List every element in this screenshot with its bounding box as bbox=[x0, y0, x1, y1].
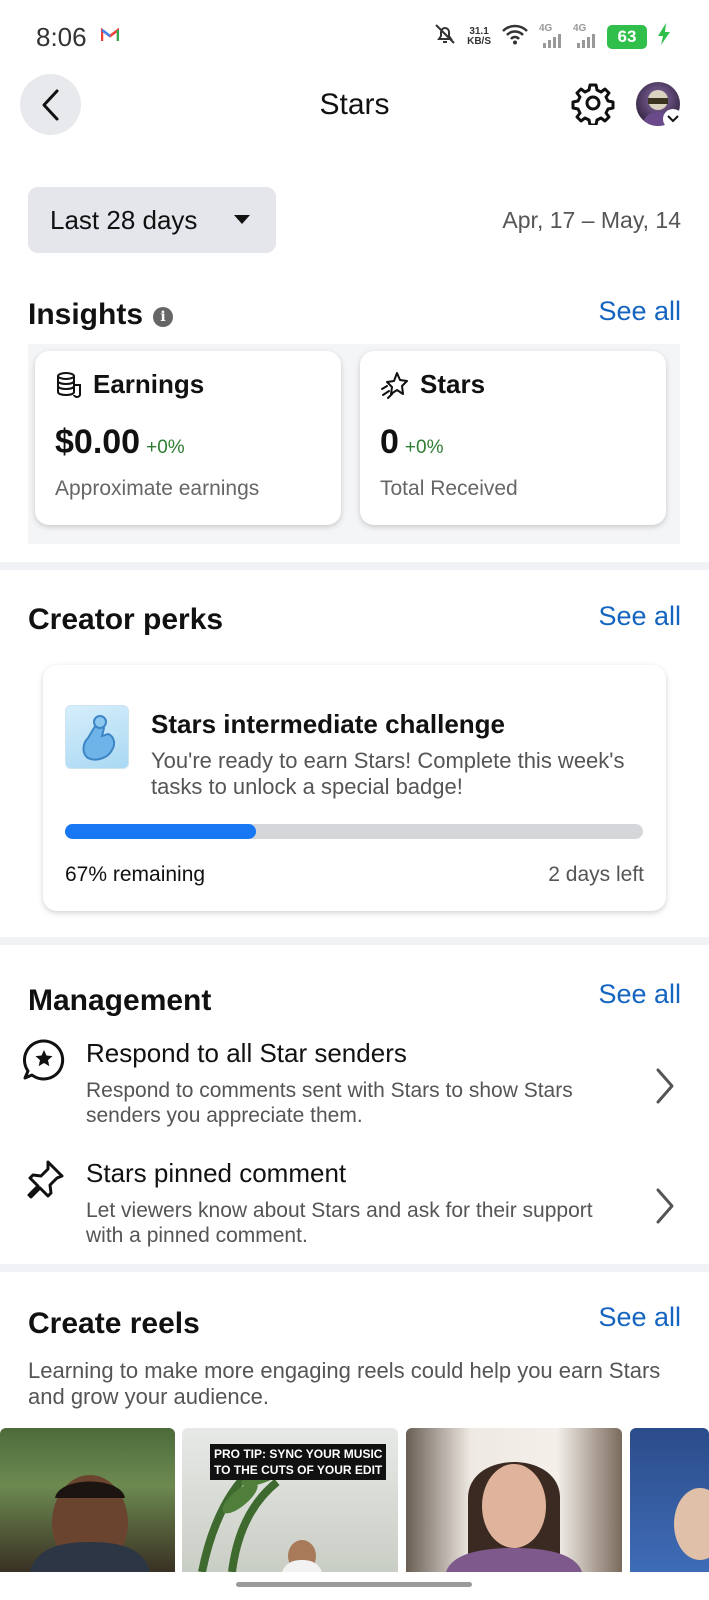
earnings-subtitle: Approximate earnings bbox=[55, 477, 260, 500]
reel-caption: PRO TIP: SYNC YOUR MUSIC TO THE CUTS OF … bbox=[210, 1444, 387, 1480]
stars-value: 0 +0% bbox=[380, 423, 444, 461]
battery-indicator: 63 bbox=[607, 24, 647, 49]
management-heading: Management bbox=[28, 984, 212, 1017]
reel-thumbnail[interactable] bbox=[406, 1428, 622, 1572]
pin-icon bbox=[22, 1158, 66, 1202]
status-time: 8:06 bbox=[36, 22, 87, 52]
star-chat-icon bbox=[22, 1038, 66, 1082]
earnings-card-header: Earnings bbox=[55, 369, 204, 400]
section-divider bbox=[0, 937, 709, 945]
respond-star-senders-title: Respond to all Star senders bbox=[86, 1038, 407, 1068]
insights-see-all-link[interactable]: See all bbox=[598, 296, 681, 327]
chevron-down-icon[interactable] bbox=[663, 109, 683, 129]
stars-card[interactable]: Stars 0 +0% Total Received bbox=[360, 351, 666, 525]
wifi-icon bbox=[501, 23, 529, 50]
coins-icon bbox=[57, 371, 81, 398]
mute-bell-icon bbox=[433, 22, 457, 51]
chevron-right-icon bbox=[656, 1068, 674, 1104]
earnings-change: +0% bbox=[146, 437, 185, 458]
network-speed: 31.1 KB/S bbox=[467, 25, 491, 47]
create-reels-description: Learning to make more engaging reels cou… bbox=[28, 1358, 661, 1409]
challenge-thumbnail bbox=[65, 705, 129, 769]
create-reels-see-all-link[interactable]: See all bbox=[598, 1302, 681, 1333]
date-range-dropdown[interactable]: Last 28 days bbox=[28, 187, 276, 253]
home-indicator[interactable] bbox=[236, 1582, 472, 1587]
stars-card-header: Stars bbox=[380, 369, 485, 400]
challenge-description: You're ready to earn Stars! Complete thi… bbox=[151, 748, 625, 799]
cell-signal-icon: 4G bbox=[539, 23, 563, 49]
challenge-remaining: 67% remaining bbox=[65, 863, 206, 886]
stars-pinned-comment-title: Stars pinned comment bbox=[86, 1158, 347, 1188]
stars-pinned-comment-item[interactable]: Stars pinned comment Let viewers know ab… bbox=[0, 1158, 709, 1268]
section-divider bbox=[0, 562, 709, 570]
charging-bolt-icon bbox=[657, 22, 671, 51]
cell-signal-icon: 4G bbox=[573, 23, 597, 49]
top-app-bar: Stars bbox=[0, 72, 709, 136]
section-divider bbox=[0, 1264, 709, 1272]
earnings-label: Earnings bbox=[93, 369, 205, 399]
reel-thumbnail[interactable] bbox=[0, 1428, 175, 1572]
challenge-title: Stars intermediate challenge bbox=[151, 709, 506, 739]
flexed-arm-icon bbox=[82, 715, 116, 761]
challenge-card[interactable]: Stars intermediate challenge You're read… bbox=[43, 665, 666, 911]
stars-change: +0% bbox=[404, 437, 444, 458]
earnings-card[interactable]: Earnings $0.00 +0% Approximate earnings bbox=[35, 351, 341, 525]
management-see-all-link[interactable]: See all bbox=[598, 979, 681, 1010]
date-range-text: Apr, 17 – May, 14 bbox=[502, 207, 681, 233]
gmail-icon bbox=[100, 27, 120, 47]
respond-star-senders-description: Respond to comments sent with Stars to s… bbox=[86, 1079, 573, 1127]
stars-pinned-comment-description: Let viewers know about Stars and ask for… bbox=[86, 1199, 593, 1247]
gear-icon bbox=[571, 83, 615, 127]
date-range-label: Last 28 days bbox=[50, 204, 198, 235]
challenge-time-left: 2 days left bbox=[548, 863, 644, 886]
creator-perks-see-all-link[interactable]: See all bbox=[598, 601, 681, 632]
caret-down-icon bbox=[234, 215, 250, 224]
create-reels-heading: Create reels bbox=[28, 1307, 200, 1340]
creator-perks-heading: Creator perks bbox=[28, 603, 224, 636]
earnings-value: $0.00 +0% bbox=[55, 423, 185, 461]
status-bar: 8:06 31.1 KB/S 4G 4G 63 bbox=[0, 0, 709, 72]
chevron-right-icon bbox=[656, 1188, 674, 1224]
settings-button[interactable] bbox=[571, 81, 615, 127]
info-icon[interactable]: i bbox=[153, 307, 174, 327]
stars-subtitle: Total Received bbox=[380, 477, 518, 500]
stars-label: Stars bbox=[420, 369, 486, 399]
respond-star-senders-item[interactable]: Respond to all Star senders Respond to c… bbox=[0, 1038, 709, 1148]
insights-heading: Insights i bbox=[28, 298, 174, 332]
star-burst-icon bbox=[381, 371, 408, 399]
reel-thumbnail[interactable] bbox=[630, 1428, 709, 1572]
challenge-progress-bar bbox=[65, 824, 643, 839]
challenge-progress-fill bbox=[65, 824, 256, 839]
reel-thumbnail[interactable]: PRO TIP: SYNC YOUR MUSIC TO THE CUTS OF … bbox=[182, 1428, 398, 1572]
